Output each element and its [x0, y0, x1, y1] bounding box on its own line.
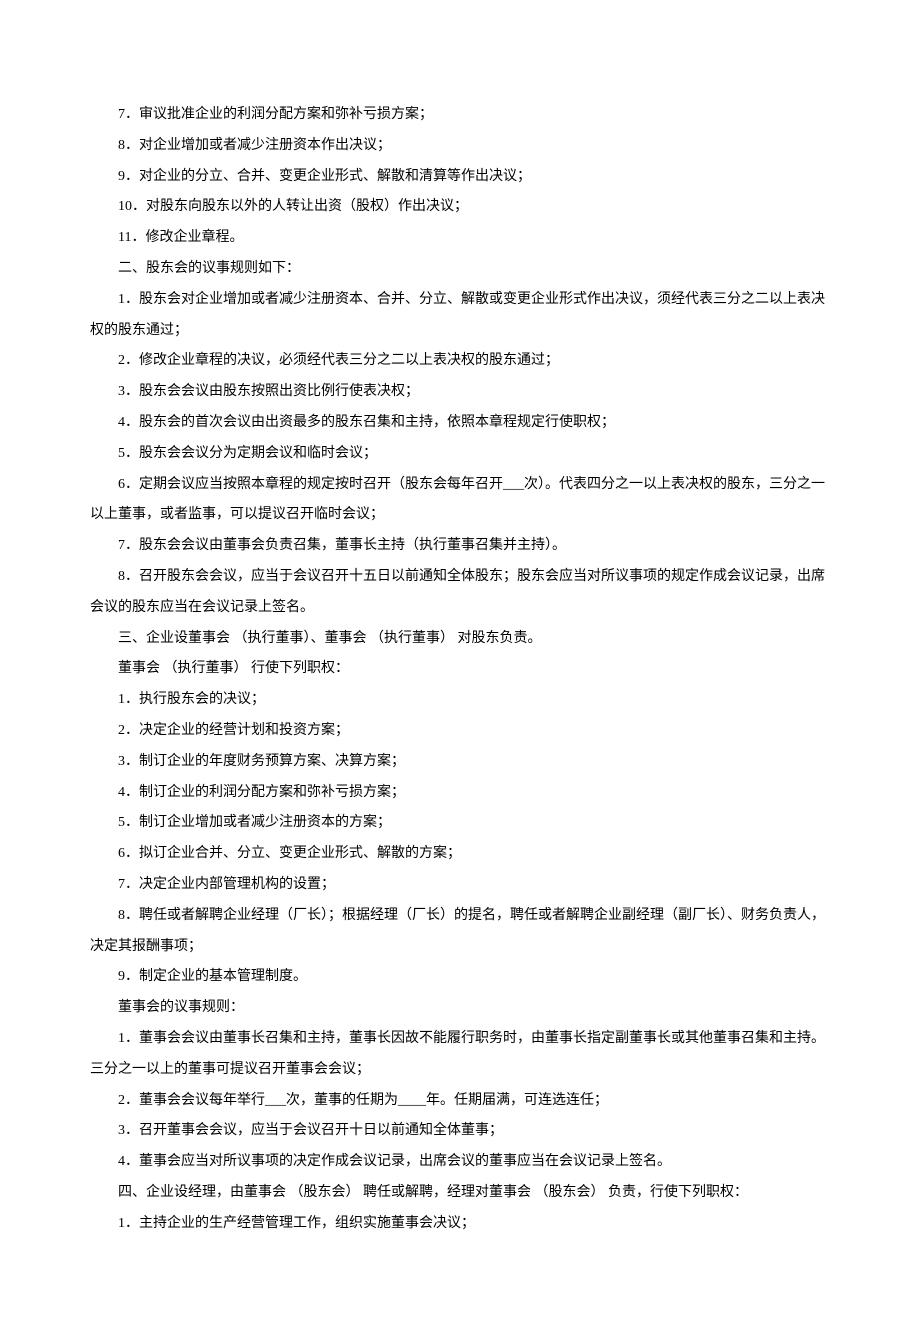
section-4-title: 四、企业设经理，由董事会 （股东会） 聘任或解聘，经理对董事会 （股东会） 负责…	[90, 1178, 830, 1209]
section-2-item-2: 2．修改企业章程的决议，必须经代表三分之二以上表决权的股东通过；	[90, 346, 830, 377]
section-3-title: 三、企业设董事会 （执行董事）、董事会 （执行董事） 对股东负责。	[90, 624, 830, 655]
board-powers-intro: 董事会 （执行董事） 行使下列职权：	[90, 654, 830, 685]
board-power-4: 4．制订企业的利润分配方案和弥补亏损方案；	[90, 778, 830, 809]
document-body: 7．审议批准企业的利润分配方案和弥补亏损方案； 8．对企业增加或者减少注册资本作…	[90, 100, 830, 1239]
item-7: 7．审议批准企业的利润分配方案和弥补亏损方案；	[90, 100, 830, 131]
board-power-3: 3．制订企业的年度财务预算方案、决算方案；	[90, 747, 830, 778]
section-2-item-8: 8．召开股东会会议，应当于会议召开十五日以前通知全体股东；股东会应当对所议事项的…	[90, 562, 830, 624]
section-2-item-7: 7．股东会会议由董事会负责召集，董事长主持（执行董事召集并主持）。	[90, 531, 830, 562]
section-2-item-6: 6．定期会议应当按照本章程的规定按时召开（股东会每年召开___次）。代表四分之一…	[90, 470, 830, 532]
board-power-6: 6．拟订企业合并、分立、变更企业形式、解散的方案；	[90, 839, 830, 870]
board-power-9: 9．制定企业的基本管理制度。	[90, 962, 830, 993]
item-11: 11．修改企业章程。	[90, 223, 830, 254]
item-10: 10．对股东向股东以外的人转让出资（股权）作出决议；	[90, 192, 830, 223]
board-power-1: 1．执行股东会的决议；	[90, 685, 830, 716]
section-2-item-1: 1．股东会对企业增加或者减少注册资本、合并、分立、解散或变更企业形式作出决议，须…	[90, 285, 830, 347]
board-rules-title: 董事会的议事规则：	[90, 993, 830, 1024]
section-2-item-4: 4．股东会的首次会议由出资最多的股东召集和主持，依照本章程规定行使职权；	[90, 408, 830, 439]
board-rule-2: 2．董事会会议每年举行___次，董事的任期为____年。任期届满，可连选连任；	[90, 1086, 830, 1117]
board-rule-4: 4．董事会应当对所议事项的决定作成会议记录，出席会议的董事应当在会议记录上签名。	[90, 1147, 830, 1178]
board-rule-1: 1．董事会会议由董事长召集和主持，董事长因故不能履行职务时，由董事长指定副董事长…	[90, 1024, 830, 1086]
manager-power-1: 1．主持企业的生产经营管理工作，组织实施董事会决议；	[90, 1209, 830, 1240]
board-rule-3: 3．召开董事会会议，应当于会议召开十日以前通知全体董事；	[90, 1116, 830, 1147]
board-power-2: 2．决定企业的经营计划和投资方案；	[90, 716, 830, 747]
section-2-title: 二、股东会的议事规则如下：	[90, 254, 830, 285]
board-power-5: 5．制订企业增加或者减少注册资本的方案；	[90, 808, 830, 839]
section-2-item-3: 3．股东会会议由股东按照出资比例行使表决权；	[90, 377, 830, 408]
section-2-item-5: 5．股东会会议分为定期会议和临时会议；	[90, 439, 830, 470]
board-power-8: 8．聘任或者解聘企业经理（厂长）；根据经理（厂长）的提名，聘任或者解聘企业副经理…	[90, 901, 830, 963]
item-9: 9．对企业的分立、合并、变更企业形式、解散和清算等作出决议；	[90, 162, 830, 193]
item-8: 8．对企业增加或者减少注册资本作出决议；	[90, 131, 830, 162]
board-power-7: 7．决定企业内部管理机构的设置；	[90, 870, 830, 901]
